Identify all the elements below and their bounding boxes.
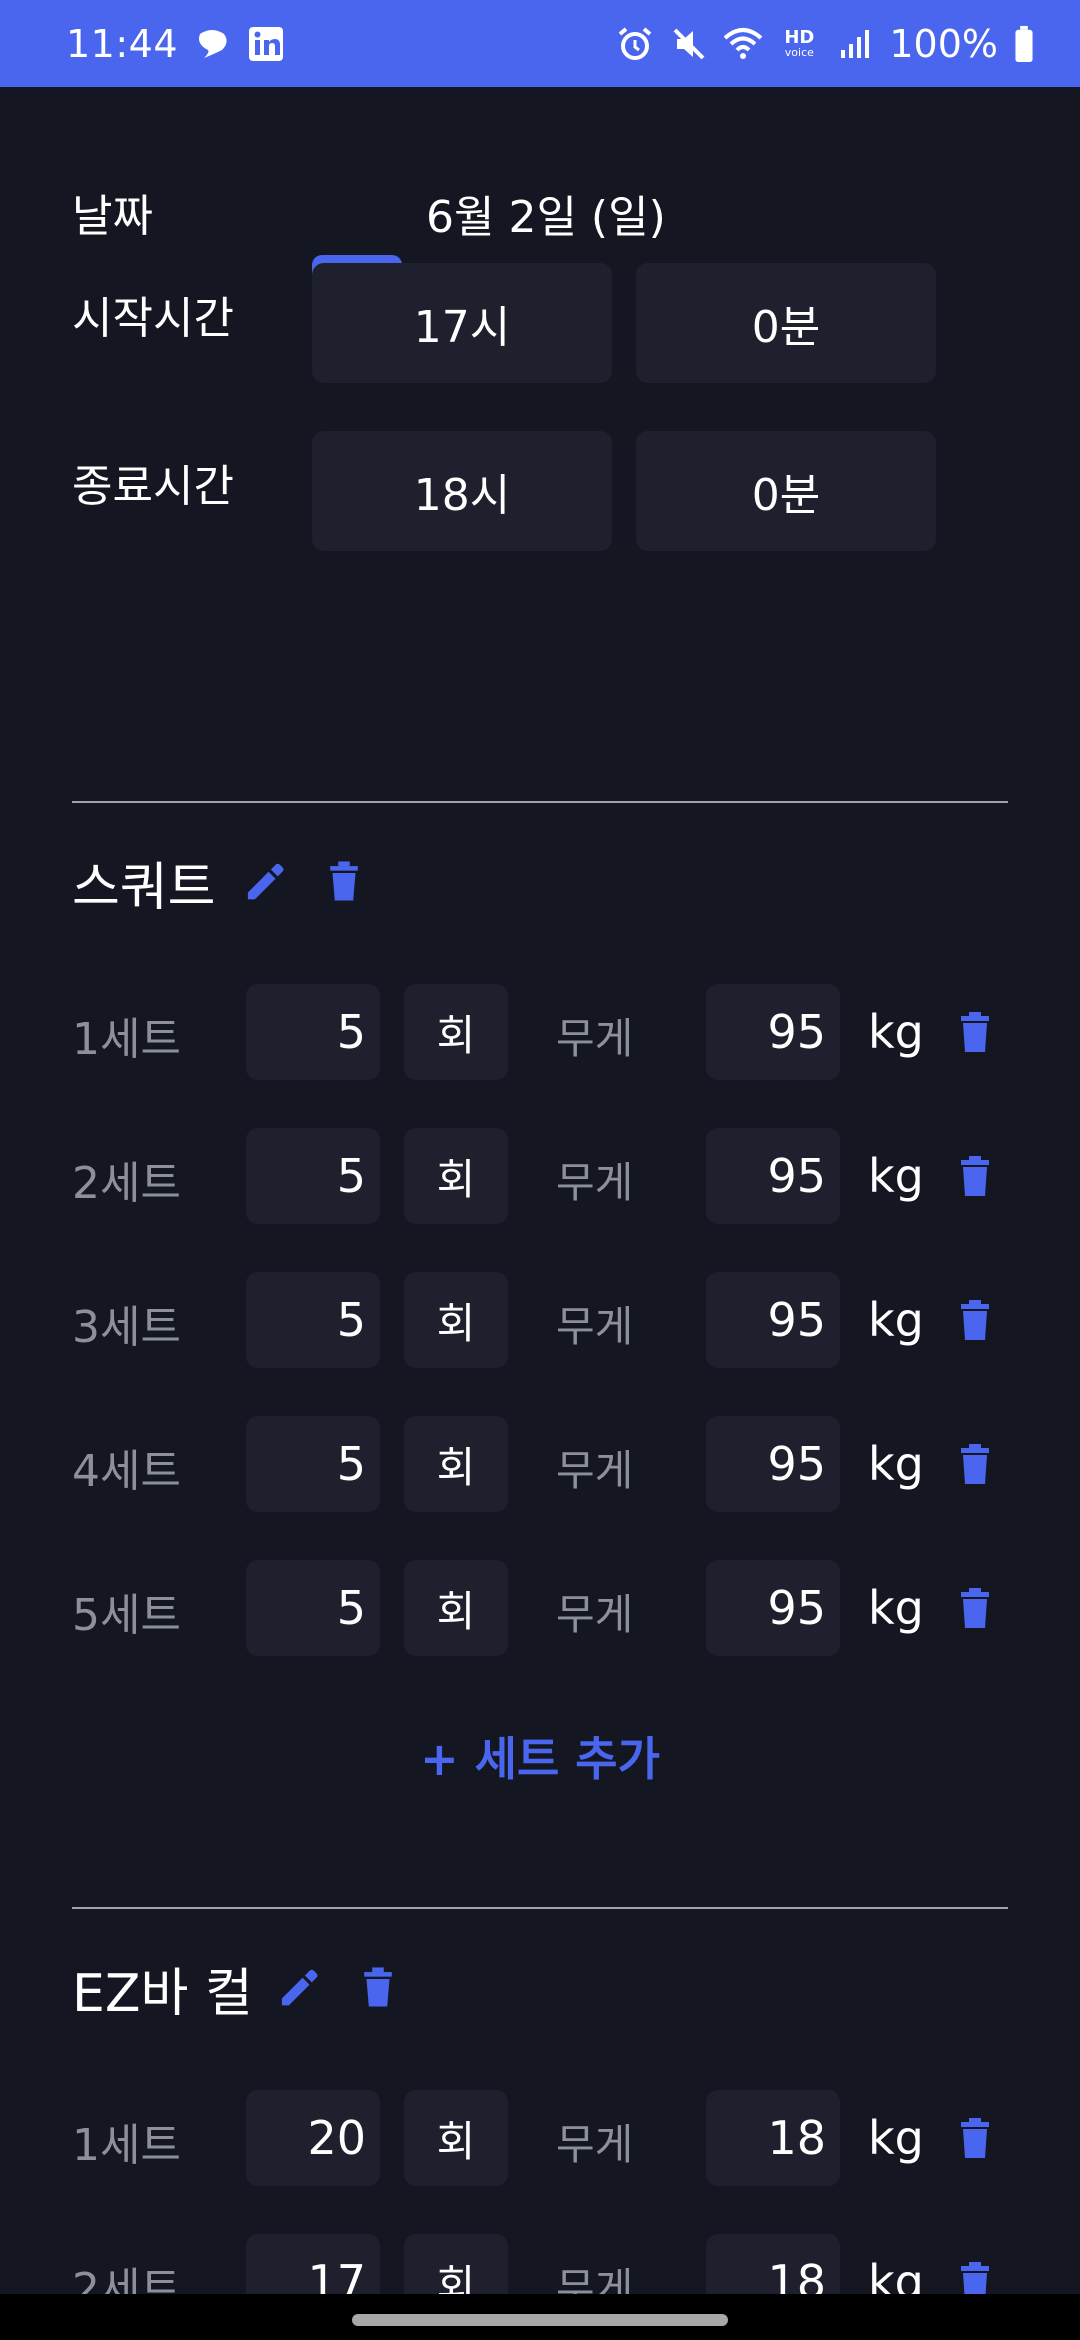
delete-set-button[interactable] <box>950 1007 1000 1057</box>
weight-input[interactable]: 95 <box>706 1272 840 1368</box>
reps-input[interactable]: 5 <box>246 1128 380 1224</box>
set-label: 1세트 <box>72 2120 181 2171</box>
delete-set-button[interactable] <box>950 1583 1000 1633</box>
reps-input[interactable]: 20 <box>246 2090 380 2186</box>
reps-input[interactable]: 5 <box>246 1560 380 1656</box>
weight-unit: kg <box>868 1149 924 1203</box>
signal-icon <box>835 24 875 64</box>
start-minute-field[interactable]: 0분 <box>636 263 936 383</box>
trash-icon <box>961 1156 989 1196</box>
trash-icon <box>961 2262 989 2294</box>
weight-unit: kg <box>868 1293 924 1347</box>
weight-label: 무게 <box>556 2120 634 2169</box>
reps-unit-button[interactable]: 회 <box>404 2234 508 2294</box>
clock: 11:44 <box>66 21 179 66</box>
weight-input[interactable]: 95 <box>706 984 840 1080</box>
reps-unit-button[interactable]: 회 <box>404 1416 508 1512</box>
delete-set-button[interactable] <box>950 2257 1000 2294</box>
reps-unit-button[interactable]: 회 <box>404 2090 508 2186</box>
trash-icon <box>330 861 358 901</box>
linkedin-icon <box>246 24 286 64</box>
hd-voice-icon: HD voice <box>784 27 815 59</box>
edit-exercise-button[interactable] <box>238 855 290 907</box>
reps-input[interactable]: 5 <box>246 1416 380 1512</box>
weight-label: 무게 <box>556 1014 634 1063</box>
chat-bubble-icon <box>192 24 232 64</box>
weight-input[interactable]: 95 <box>706 1560 840 1656</box>
status-bar-left: 11:44 <box>66 22 286 66</box>
battery-percentage: 100% <box>889 21 998 66</box>
weight-label: 무게 <box>556 1158 634 1207</box>
weight-unit: kg <box>868 1581 924 1635</box>
trash-icon <box>961 1444 989 1484</box>
weight-unit: kg <box>868 2255 924 2294</box>
delete-set-button[interactable] <box>950 1439 1000 1489</box>
set-label: 1세트 <box>72 1014 181 1065</box>
delete-set-button[interactable] <box>950 2113 1000 2163</box>
section-divider <box>72 1907 1008 1909</box>
mute-icon <box>669 24 709 64</box>
weight-input[interactable]: 95 <box>706 1128 840 1224</box>
pencil-icon <box>247 863 284 900</box>
weight-unit: kg <box>868 2111 924 2165</box>
status-bar-right: HD voice 100% <box>615 22 1036 66</box>
delete-exercise-button[interactable] <box>318 855 370 907</box>
end-minute-field[interactable]: 0분 <box>636 431 936 551</box>
delete-exercise-button[interactable] <box>352 1961 404 2013</box>
battery-icon <box>1012 24 1036 64</box>
set-label: 3세트 <box>72 1302 181 1353</box>
set-label: 4세트 <box>72 1446 181 1497</box>
weight-label: 무게 <box>556 2264 634 2294</box>
end-hour-field[interactable]: 18시 <box>312 431 612 551</box>
edit-exercise-button[interactable] <box>272 1961 324 2013</box>
set-label: 2세트 <box>72 2264 181 2294</box>
weight-input[interactable]: 95 <box>706 1416 840 1512</box>
start-hour-field[interactable]: 17시 <box>312 263 612 383</box>
exercise-title: 스쿼트 <box>72 858 216 918</box>
weight-label: 무게 <box>556 1446 634 1495</box>
trash-icon <box>364 1967 392 2007</box>
add-set-button[interactable]: + 세트 추가 <box>0 1723 1080 1789</box>
workout-log-screen: 날짜 6월 2일 (일) 시작시간 17시 0분 종료시간 18시 0분 스쿼트… <box>0 87 1080 2294</box>
weight-label: 무게 <box>556 1302 634 1351</box>
trash-icon <box>961 1300 989 1340</box>
reps-unit-button[interactable]: 회 <box>404 1560 508 1656</box>
reps-input[interactable]: 5 <box>246 984 380 1080</box>
reps-unit-button[interactable]: 회 <box>404 1128 508 1224</box>
trash-icon <box>961 2118 989 2158</box>
weight-input[interactable]: 18 <box>706 2090 840 2186</box>
pencil-icon <box>281 1969 318 2006</box>
wifi-icon <box>723 24 763 64</box>
set-label: 5세트 <box>72 1590 181 1641</box>
delete-set-button[interactable] <box>950 1295 1000 1345</box>
weight-label: 무게 <box>556 1590 634 1639</box>
reps-input[interactable]: 17 <box>246 2234 380 2294</box>
date-value[interactable]: 6월 2일 (일) <box>426 181 666 245</box>
delete-set-button[interactable] <box>950 1151 1000 1201</box>
start-time-label: 시작시간 <box>72 293 234 344</box>
exercise-title: EZ바 컬 <box>72 1964 253 2024</box>
reps-unit-button[interactable]: 회 <box>404 984 508 1080</box>
reps-unit-button[interactable]: 회 <box>404 1272 508 1368</box>
weight-input[interactable]: 18 <box>706 2234 840 2294</box>
reps-input[interactable]: 5 <box>246 1272 380 1368</box>
weight-unit: kg <box>868 1437 924 1491</box>
end-time-label: 종료시간 <box>72 461 234 512</box>
status-bar: 11:44 HD voice 100% <box>0 0 1080 87</box>
weight-unit: kg <box>868 1005 924 1059</box>
set-label: 2세트 <box>72 1158 181 1209</box>
section-divider <box>72 801 1008 803</box>
trash-icon <box>961 1588 989 1628</box>
alarm-icon <box>615 24 655 64</box>
date-label: 날짜 <box>72 191 153 242</box>
home-gesture-handle[interactable] <box>352 2314 728 2326</box>
trash-icon <box>961 1012 989 1052</box>
